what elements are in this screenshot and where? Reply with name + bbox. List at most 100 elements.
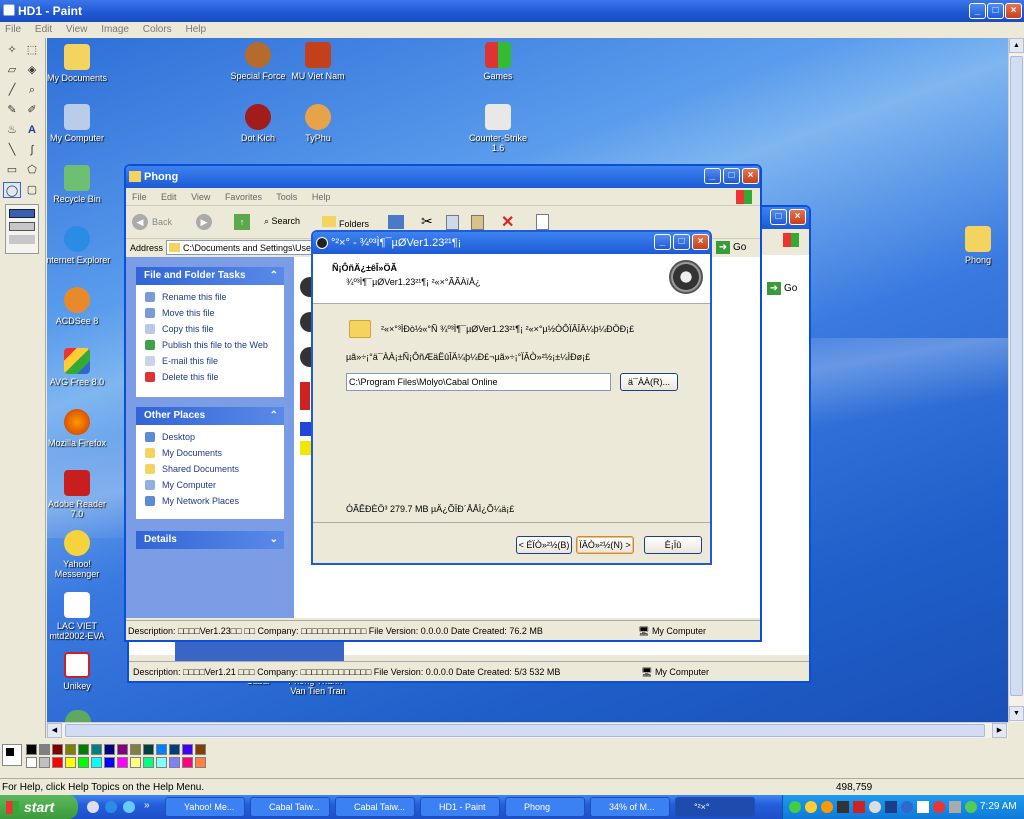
line-tool-icon[interactable]: ╲ [3,142,21,158]
place-my-documents[interactable]: My Documents [136,445,284,461]
free-select-tool-icon[interactable]: ✧ [3,42,21,58]
color-swatch[interactable] [104,757,115,768]
task-yahoo[interactable]: Yahoo! Me... [165,797,245,817]
cut-icon[interactable]: ✂ [421,213,433,230]
close-button[interactable]: × [1005,3,1022,19]
maximize-button[interactable]: □ [987,3,1004,19]
color-swatch[interactable] [52,744,63,755]
menu-favorites[interactable]: Favorites [225,192,262,202]
menu-image[interactable]: Image [101,24,129,35]
next-button[interactable]: ÏÂÒ»²½(N) > [576,536,634,554]
task-rename[interactable]: Rename this file [136,289,284,305]
menu-edit[interactable]: Edit [35,24,52,35]
menu-help[interactable]: Help [312,192,331,202]
color-swatch[interactable] [52,757,63,768]
paste-icon[interactable] [471,215,484,230]
menu-tools[interactable]: Tools [276,192,297,202]
views-icon[interactable] [388,215,404,229]
fill-style-options[interactable] [5,204,39,254]
magnifier-tool-icon[interactable]: ⌕ [23,82,41,98]
menu-view[interactable]: View [66,24,88,35]
minimize-button[interactable]: _ [969,3,986,19]
scroll-up-icon[interactable]: ▲ [1009,38,1024,53]
task-phong[interactable]: Phong [505,797,585,817]
horizontal-scrollbar[interactable]: ◀ ▶ [47,722,1008,738]
tray-icon[interactable] [901,801,913,813]
maximize-button[interactable]: □ [770,209,787,225]
scroll-left-icon[interactable]: ◀ [47,723,62,738]
browse-button[interactable]: ä¯ÀÀ(R)... [620,373,678,391]
color-swatch[interactable] [182,757,193,768]
color-swatch[interactable] [143,744,154,755]
tray-icon[interactable] [917,801,929,813]
task-copy[interactable]: Copy this file [136,321,284,337]
panel-header[interactable]: Details ⌄ [136,531,284,549]
tray-icon[interactable] [885,801,897,813]
color-swatch[interactable] [169,757,180,768]
ie-icon[interactable] [105,801,117,813]
tray-icon[interactable] [837,801,849,813]
go-button[interactable]: ➜ Go [716,241,746,254]
color-swatch[interactable] [26,757,37,768]
install-path-input[interactable] [346,373,611,391]
eraser-tool-icon[interactable]: ▱ [3,62,21,78]
scroll-down-icon[interactable]: ▼ [1009,706,1024,721]
minimize-button[interactable]: _ [704,168,721,184]
color-swatch[interactable] [91,744,102,755]
airbrush-tool-icon[interactable]: ♨ [3,122,21,138]
tray-icon[interactable] [949,801,961,813]
start-button[interactable]: start [0,795,78,819]
place-network[interactable]: My Network Places [136,493,284,509]
quicklaunch-icon[interactable] [87,801,99,813]
delete-icon[interactable]: ✕ [501,212,514,232]
place-my-computer[interactable]: My Computer [136,477,284,493]
text-tool-icon[interactable]: A [23,122,41,138]
address-input[interactable]: C:\Documents and Settings\User [166,240,316,255]
menu-help[interactable]: Help [185,24,206,35]
color-swatch[interactable] [195,744,206,755]
panel-header[interactable]: Other Places ⌃ [136,407,284,425]
color-swatch[interactable] [143,757,154,768]
color-swatch[interactable] [117,757,128,768]
menu-file[interactable]: File [5,24,21,35]
desktop-icon-phong[interactable]: Phong [942,226,1008,265]
menu-colors[interactable]: Colors [143,24,172,35]
fill-tool-icon[interactable]: ◈ [23,62,41,78]
clock[interactable]: 7:29 AM [980,801,1017,812]
pencil-tool-icon[interactable]: ✎ [3,102,21,118]
place-desktop[interactable]: Desktop [136,429,284,445]
maximize-button[interactable]: □ [673,234,690,250]
desktop-icon-typhu[interactable]: TyPhu [282,104,354,143]
desktop-icon-recycle-bin[interactable]: Recycle Bin [47,165,113,204]
color-swatch[interactable] [130,744,141,755]
ellipse-tool-icon[interactable]: ◯ [3,182,21,198]
color-swatch[interactable] [182,744,193,755]
desktop-icon-acdsee[interactable]: ACDSee 8 [47,287,113,326]
select-tool-icon[interactable]: ⬚ [23,42,41,58]
tray-icon[interactable] [821,801,833,813]
task-installer[interactable]: °²×° [675,797,755,817]
task-download[interactable]: 34% of M... [590,797,670,817]
task-publish[interactable]: Publish this file to the Web [136,337,284,353]
color-swatch[interactable] [26,744,37,755]
rectangle-tool-icon[interactable]: ▭ [3,162,21,178]
task-paint[interactable]: HD1 - Paint [420,797,500,817]
desktop-icon-firefox[interactable]: Mozilla Firefox [47,409,113,448]
tray-icon[interactable] [805,801,817,813]
tray-icon[interactable] [869,801,881,813]
menu-file[interactable]: File [132,192,147,202]
polygon-tool-icon[interactable]: ⬠ [23,162,41,178]
task-delete[interactable]: Delete this file [136,369,284,385]
folders-button[interactable]: Folders [322,216,369,229]
tray-icon[interactable] [853,801,865,813]
copy-icon[interactable] [446,215,459,230]
task-move[interactable]: Move this file [136,305,284,321]
expand-quicklaunch-icon[interactable]: » [144,800,150,811]
rounded-rect-tool-icon[interactable]: ▢ [23,182,41,198]
place-shared-documents[interactable]: Shared Documents [136,461,284,477]
vertical-scrollbar[interactable]: ▲ ▼ [1008,38,1024,722]
menu-edit[interactable]: Edit [161,192,177,202]
color-swatch[interactable] [65,744,76,755]
color-swatch[interactable] [78,744,89,755]
properties-icon[interactable] [536,214,549,230]
